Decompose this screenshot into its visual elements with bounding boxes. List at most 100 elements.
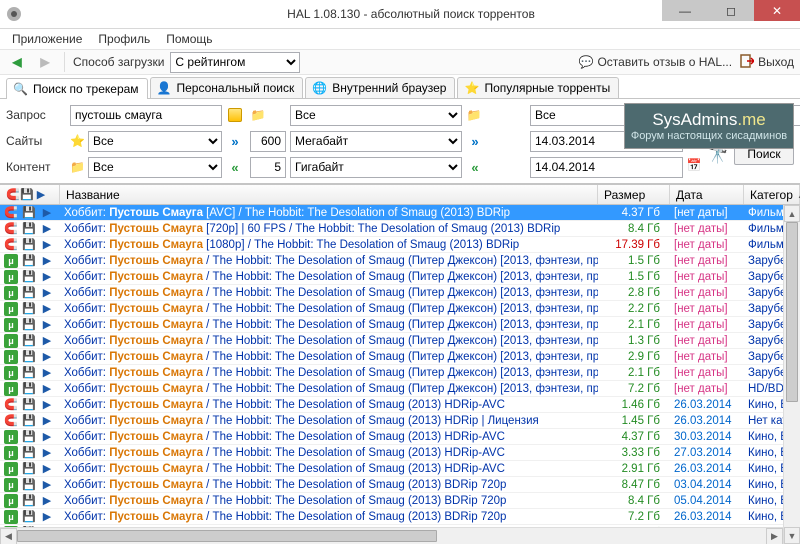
table-row[interactable]: μ💾▶Хоббит: Пустошь Смауга / The Hobbit: …	[0, 317, 800, 333]
magnet-icon[interactable]: 🧲	[4, 414, 18, 428]
table-row[interactable]: μ💾▶Хоббит: Пустошь Смауга / The Hobbit: …	[0, 429, 800, 445]
play-icon[interactable]: ▶	[40, 494, 54, 508]
disk-icon[interactable]: 💾	[22, 318, 36, 332]
play-icon[interactable]: ▶	[40, 286, 54, 300]
size-min-unit-select[interactable]: Мегабайт	[290, 131, 462, 152]
date-to-input[interactable]	[530, 157, 683, 178]
calendar-icon[interactable]: 📅	[686, 157, 702, 173]
magnet-icon[interactable]: 🧲	[4, 206, 18, 220]
horizontal-scrollbar[interactable]: ◀ ▶	[0, 527, 783, 544]
utorrent-icon[interactable]: μ	[4, 494, 18, 508]
col-date[interactable]: Дата	[670, 185, 744, 204]
table-row[interactable]: μ💾▶Хоббит: Пустошь Смауга / The Hobbit: …	[0, 333, 800, 349]
play-icon[interactable]: ▶	[40, 222, 54, 236]
col-size[interactable]: Размер	[598, 185, 670, 204]
vertical-scrollbar[interactable]: ▲ ▼	[783, 205, 800, 544]
utorrent-icon[interactable]: μ	[4, 302, 18, 316]
table-row[interactable]: μ💾▶Хоббит: Пустошь Смауга / The Hobbit: …	[0, 349, 800, 365]
table-row[interactable]: μ💾▶Хоббит: Пустошь Смауга / The Hobbit: …	[0, 445, 800, 461]
table-row[interactable]: μ💾▶Хоббит: Пустошь Смауга / The Hobbit: …	[0, 253, 800, 269]
utorrent-icon[interactable]: μ	[4, 382, 18, 396]
disk-icon[interactable]: 💾	[22, 430, 36, 444]
play-icon[interactable]: ▶	[40, 318, 54, 332]
scroll-up-button[interactable]: ▲	[784, 205, 800, 222]
scroll-left-button[interactable]: ◀	[0, 528, 17, 544]
disk-icon[interactable]: 💾	[22, 398, 36, 412]
utorrent-icon[interactable]: μ	[4, 446, 18, 460]
utorrent-icon[interactable]: μ	[4, 350, 18, 364]
play-icon[interactable]: ▶	[40, 430, 54, 444]
table-row[interactable]: 🧲💾▶Хоббит: Пустошь Смауга [AVC] / The Ho…	[0, 205, 800, 221]
content-select[interactable]: Все	[88, 157, 222, 178]
table-row[interactable]: μ💾▶Хоббит: Пустошь Смауга / The Hobbit: …	[0, 509, 800, 525]
scroll-thumb[interactable]	[786, 222, 798, 402]
magnet-icon[interactable]: 🧲	[4, 222, 18, 236]
disk-icon[interactable]: 💾	[22, 222, 36, 236]
table-row[interactable]: μ💾▶Хоббит: Пустошь Смауга / The Hobbit: …	[0, 269, 800, 285]
size-min-input[interactable]	[250, 131, 286, 152]
scroll-down-button[interactable]: ▼	[784, 527, 800, 544]
utorrent-icon[interactable]: μ	[4, 254, 18, 268]
table-row[interactable]: μ💾▶Хоббит: Пустошь Смауга / The Hobbit: …	[0, 461, 800, 477]
date-from-arrow-icon[interactable]: »	[466, 132, 484, 150]
disk-icon[interactable]: 💾	[22, 286, 36, 300]
feedback-link[interactable]: 💬 Оставить отзыв о HAL...	[579, 55, 733, 69]
tab-trackers[interactable]: 🔍 Поиск по трекерам	[6, 78, 148, 99]
menu-profile[interactable]: Профиль	[92, 30, 156, 48]
table-row[interactable]: μ💾▶Хоббит: Пустошь Смауга / The Hobbit: …	[0, 365, 800, 381]
sites-select[interactable]: Все	[88, 131, 222, 152]
table-row[interactable]: μ💾▶Хоббит: Пустошь Смауга / The Hobbit: …	[0, 301, 800, 317]
disk-icon[interactable]: 💾	[22, 366, 36, 380]
utorrent-icon[interactable]: μ	[4, 286, 18, 300]
utorrent-icon[interactable]: μ	[4, 366, 18, 380]
nav-back-button[interactable]: ◀	[6, 51, 28, 73]
table-row[interactable]: μ💾▶Хоббит: Пустошь Смауга / The Hobbit: …	[0, 493, 800, 509]
utorrent-icon[interactable]: μ	[4, 430, 18, 444]
disk-icon[interactable]: 💾	[22, 254, 36, 268]
size-min-arrow-icon[interactable]: »	[226, 132, 244, 150]
menu-app[interactable]: Приложение	[6, 30, 88, 48]
disk-icon[interactable]: 💾	[22, 206, 36, 220]
close-button[interactable]: ✕	[754, 0, 800, 21]
play-icon[interactable]: ▶	[40, 302, 54, 316]
table-row[interactable]: μ💾▶Хоббит: Пустошь Смауга / The Hobbit: …	[0, 381, 800, 397]
disk-icon[interactable]: 💾	[22, 334, 36, 348]
table-row[interactable]: μ💾▶Хоббит: Пустошь Смауга / The Hobbit: …	[0, 285, 800, 301]
size-max-arrow-icon[interactable]: «	[226, 158, 244, 176]
col-name[interactable]: Название	[60, 185, 598, 204]
size-max-unit-select[interactable]: Гигабайт	[290, 157, 462, 178]
disk-icon[interactable]: 💾	[22, 462, 36, 476]
disk-icon[interactable]: 💾	[22, 478, 36, 492]
ad-banner[interactable]: SysAdmins.me Форум настоящих сисадминов	[624, 103, 794, 149]
utorrent-icon[interactable]: μ	[4, 510, 18, 524]
nav-forward-button[interactable]: ▶	[34, 51, 56, 73]
disk-icon[interactable]: 💾	[22, 302, 36, 316]
size-max-input[interactable]	[250, 157, 286, 178]
tab-browser[interactable]: 🌐 Внутренний браузер	[305, 77, 455, 98]
play-icon[interactable]: ▶	[40, 366, 54, 380]
disk-icon[interactable]: 💾	[22, 446, 36, 460]
magnet-icon[interactable]: 🧲	[4, 398, 18, 412]
play-icon[interactable]: ▶	[40, 446, 54, 460]
minimize-button[interactable]: —	[662, 0, 708, 21]
disk-icon[interactable]: 💾	[22, 510, 36, 524]
table-row[interactable]: 🧲💾▶Хоббит: Пустошь Смауга / The Hobbit: …	[0, 397, 800, 413]
utorrent-icon[interactable]: μ	[4, 334, 18, 348]
table-row[interactable]: 🧲💾▶Хоббит: Пустошь Смауга [720p] | 60 FP…	[0, 221, 800, 237]
play-icon[interactable]: ▶	[40, 270, 54, 284]
download-mode-select[interactable]: С рейтингом	[170, 52, 300, 73]
col-category[interactable]: Категор▲	[744, 185, 800, 204]
play-icon[interactable]: ▶	[40, 414, 54, 428]
exit-button[interactable]: Выход	[740, 54, 794, 71]
disk-icon[interactable]: 💾	[22, 270, 36, 284]
play-icon[interactable]: ▶	[40, 478, 54, 492]
menu-help[interactable]: Помощь	[160, 30, 218, 48]
date-to-arrow-icon[interactable]: «	[466, 158, 484, 176]
tab-personal[interactable]: 👤 Персональный поиск	[150, 77, 304, 98]
play-icon[interactable]: ▶	[40, 238, 54, 252]
scroll-right-button[interactable]: ▶	[766, 528, 783, 544]
play-icon[interactable]: ▶	[40, 350, 54, 364]
scroll-thumb-h[interactable]	[17, 530, 437, 542]
disk-icon[interactable]: 💾	[22, 414, 36, 428]
utorrent-icon[interactable]: μ	[4, 462, 18, 476]
